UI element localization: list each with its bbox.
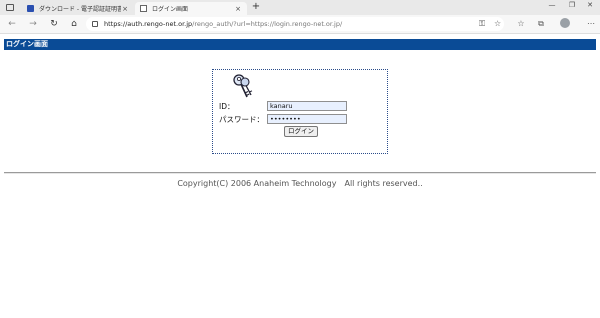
key-icon[interactable]: ⚿ xyxy=(479,19,485,29)
tab-title: ダウンロード - 電子認証証明書 xyxy=(39,6,121,13)
page-title: ログイン画面 xyxy=(4,39,596,50)
password-label: パスワード： xyxy=(219,115,264,124)
minimize-icon[interactable]: — xyxy=(546,1,558,9)
window-close-icon[interactable]: ✕ xyxy=(584,1,596,9)
more-icon[interactable]: ⋯ xyxy=(585,18,597,30)
forward-icon[interactable]: → xyxy=(27,18,39,30)
page-icon xyxy=(140,5,147,12)
password-field[interactable] xyxy=(267,114,347,124)
url-text: https://auth.rengo-net.or.jp/rengo_auth/… xyxy=(104,20,343,28)
favorite-add-icon[interactable]: ☆ xyxy=(494,19,501,28)
footer-copyright: Copyright(C) 2006 Anaheim Technology All… xyxy=(177,179,423,188)
id-label: ID： xyxy=(219,102,235,111)
tab-strip: ダウンロード - 電子認証証明書 × ログイン画面 × + — ❐ ✕ xyxy=(0,0,600,15)
favorites-icon[interactable]: ☆ xyxy=(515,18,527,30)
back-icon[interactable]: ← xyxy=(6,18,18,30)
document-blue-icon xyxy=(27,5,34,12)
home-icon[interactable]: ⌂ xyxy=(68,18,80,30)
tab-login[interactable]: ログイン画面 × xyxy=(135,2,247,15)
browser-toolbar: ← → ↻ ⌂ https://auth.rengo-net.or.jp/ren… xyxy=(0,15,600,34)
address-bar[interactable]: https://auth.rengo-net.or.jp/rengo_auth/… xyxy=(86,17,504,31)
close-icon[interactable]: × xyxy=(121,5,129,13)
tab-download[interactable]: ダウンロード - 電子認証証明書 × xyxy=(22,2,134,15)
lock-icon[interactable] xyxy=(92,21,98,27)
new-tab-button[interactable]: + xyxy=(250,1,262,12)
keys-icon xyxy=(233,74,253,98)
login-button[interactable]: ログイン xyxy=(284,126,318,137)
restore-icon[interactable]: ❐ xyxy=(566,1,578,9)
close-icon[interactable]: × xyxy=(234,5,242,13)
tab-actions-icon[interactable] xyxy=(6,4,14,11)
collections-icon[interactable]: ⧉ xyxy=(535,18,547,30)
id-field[interactable] xyxy=(267,101,347,111)
avatar[interactable] xyxy=(560,18,570,28)
divider xyxy=(4,172,596,174)
login-form: ID： パスワード： ログイン xyxy=(212,69,388,154)
tab-title: ログイン画面 xyxy=(152,6,189,13)
refresh-icon[interactable]: ↻ xyxy=(48,18,60,30)
